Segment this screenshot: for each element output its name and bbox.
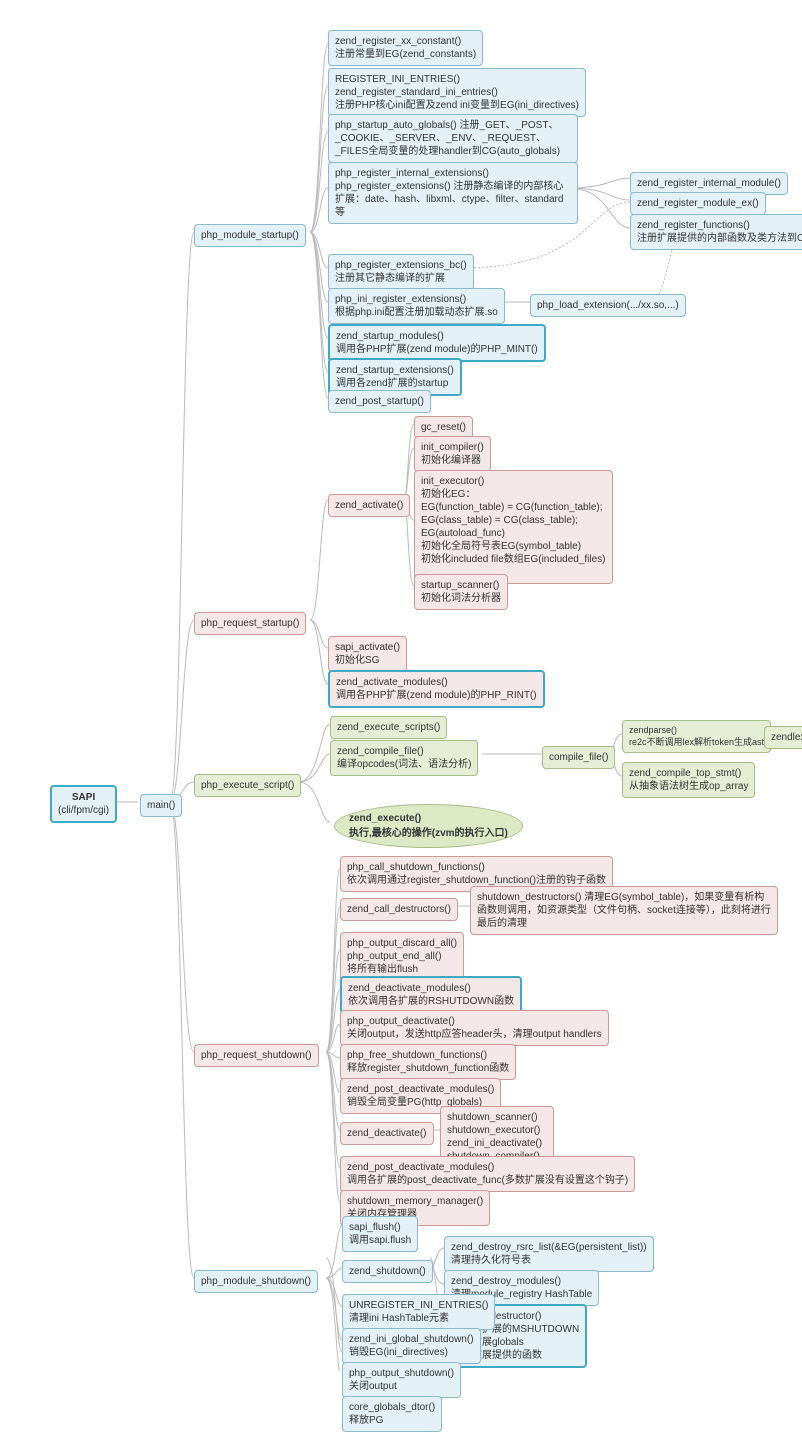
rd9: zend_post_deactivate_modules() 调用各扩展的pos…: [340, 1156, 635, 1192]
zcf: zend_compile_file() 编译opcodes(词法、语法分析): [330, 740, 478, 776]
ze: zend_execute() 执行,最核心的操作(zvm的执行入口): [334, 804, 523, 848]
php-execute-script: php_execute_script(): [194, 774, 301, 797]
ms-n1: zend_register_xx_constant() 注册常量到EG(zend…: [328, 30, 483, 66]
php-request-startup: php_request_startup(): [194, 612, 306, 635]
zcts: zend_compile_top_stmt() 从抽象语法树生成op_array: [622, 762, 755, 798]
rd5: php_output_deactivate() 关闭output，发送http应…: [340, 1010, 609, 1046]
za: zend_activate(): [328, 494, 410, 517]
za2: init_compiler() 初始化编译器: [414, 436, 491, 472]
md2a: zend_destroy_rsrc_list(&EG(persistent_li…: [444, 1236, 654, 1272]
zp: zendparse() re2c不断调用lex解析token生成ast: [622, 720, 771, 753]
md5: php_output_shutdown() 关闭output: [342, 1362, 461, 1398]
cf: compile_file(): [542, 746, 615, 769]
ms-n7: zend_startup_modules() 调用各PHP扩展(zend mod…: [328, 324, 546, 362]
php-module-shutdown: php_module_shutdown(): [194, 1270, 318, 1293]
ms-n6: php_ini_register_extensions() 根据php.ini配…: [328, 288, 505, 324]
zam: zend_activate_modules() 调用各PHP扩展(zend mo…: [328, 670, 545, 708]
ms-n4: php_register_internal_extensions() php_r…: [328, 162, 578, 224]
sapi-sub: (cli/fpm/cgi): [58, 805, 109, 816]
ms-n9: zend_post_startup(): [328, 390, 431, 413]
main-box: main(): [140, 794, 182, 817]
sapi-box: SAPI (cli/fpm/cgi): [50, 785, 117, 823]
ms-n2: REGISTER_INI_ENTRIES() zend_register_sta…: [328, 68, 586, 117]
md6: core_globals_dtor() 释放PG: [342, 1396, 442, 1432]
rd3: php_output_discard_all() php_output_end_…: [340, 932, 464, 981]
ms-n4b: zend_register_module_ex(): [630, 192, 766, 215]
sa: sapi_activate() 初始化SG: [328, 636, 407, 672]
ms-n3: php_startup_auto_globals() 注册_GET、_POST、…: [328, 114, 578, 163]
za3: init_executor() 初始化EG： EG(function_table…: [414, 470, 613, 584]
ms-n5: php_register_extensions_bc() 注册其它静态编译的扩展: [328, 254, 474, 290]
ms-n6a: php_load_extension(.../xx.so,...): [530, 294, 686, 317]
za4: startup_scanner() 初始化词法分析器: [414, 574, 508, 610]
php-request-shutdown: php_request_shutdown(): [194, 1044, 319, 1067]
sapi-title: SAPI: [72, 792, 95, 803]
rd4: zend_deactivate_modules() 依次调用各扩展的RSHUTD…: [340, 976, 522, 1014]
rd2a: shutdown_destructors() 清理EG(symbol_table…: [470, 886, 778, 935]
md3: UNREGISTER_INI_ENTRIES() 清理ini HashTable…: [342, 1294, 495, 1330]
rd2: zend_call_destructors(): [340, 898, 458, 921]
php-module-startup: php_module_startup(): [194, 224, 306, 247]
zes: zend_execute_scripts(): [330, 716, 447, 739]
md1: sapi_flush() 调用sapi.flush: [342, 1216, 418, 1252]
zl: zendlex(): [764, 726, 802, 749]
md4: zend_ini_global_shutdown() 销毁EG(ini_dire…: [342, 1328, 481, 1364]
md2: zend_shutdown(): [342, 1260, 433, 1283]
ms-n4c: zend_register_functions() 注册扩展提供的内部函数及类方…: [630, 214, 802, 250]
rd6: php_free_shutdown_functions() 释放register…: [340, 1044, 516, 1080]
rd8: zend_deactivate(): [340, 1122, 434, 1145]
